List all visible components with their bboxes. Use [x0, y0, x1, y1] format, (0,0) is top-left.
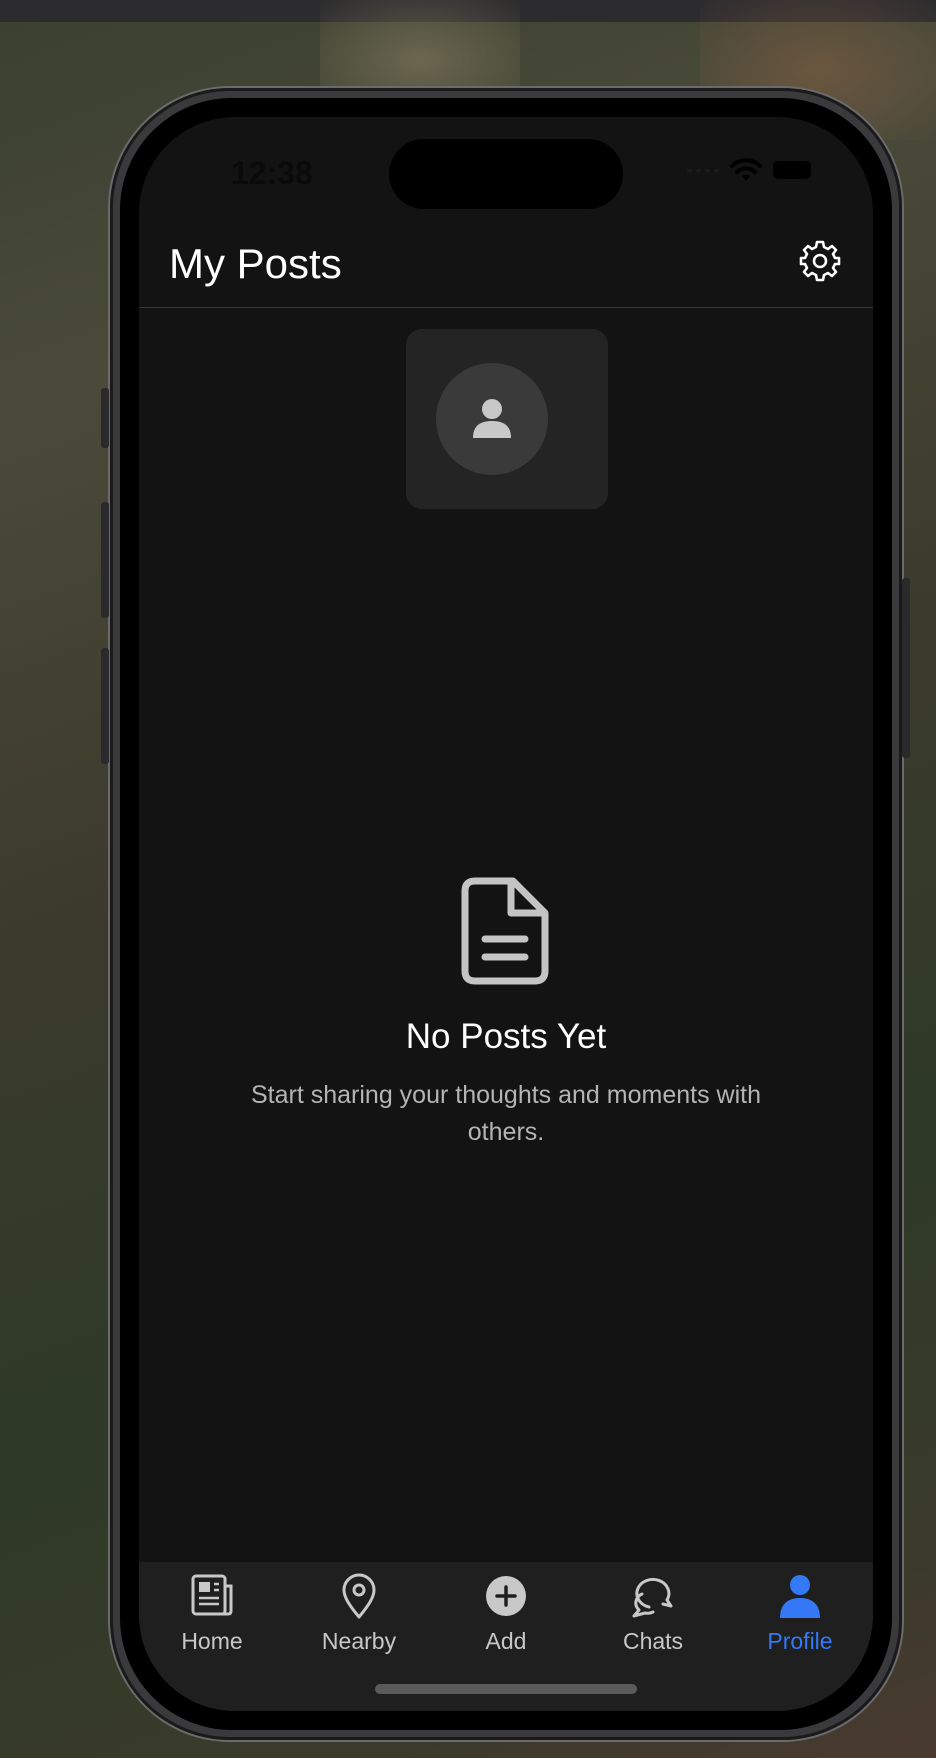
newspaper-icon [191, 1574, 233, 1616]
plus-circle-icon [486, 1576, 526, 1616]
battery-icon [773, 161, 811, 179]
empty-state-title: No Posts Yet [405, 1017, 607, 1056]
document-icon [461, 877, 549, 985]
tab-label: Add [485, 1628, 527, 1654]
status-time: 12:38 [231, 155, 313, 191]
tab-add[interactable]: Add [433, 1562, 579, 1672]
volume-down-button [101, 648, 109, 764]
tab-label: Profile [767, 1628, 833, 1654]
chat-bubbles-icon [632, 1577, 673, 1618]
gear-icon[interactable] [797, 238, 843, 284]
person-icon [473, 399, 511, 438]
empty-state: No Posts Yet Start sharing your thoughts… [139, 877, 873, 1151]
tab-chats[interactable]: Chats [580, 1562, 726, 1672]
tab-label: Home [181, 1628, 243, 1654]
volume-up-button [101, 502, 109, 618]
dynamic-island [389, 139, 623, 209]
tab-nearby[interactable]: Nearby [286, 1562, 432, 1672]
tab-profile[interactable]: Profile [727, 1562, 873, 1672]
tab-label: Nearby [321, 1628, 397, 1654]
page-title: My Posts [169, 240, 342, 287]
status-icons [687, 157, 811, 183]
person-icon [780, 1575, 820, 1618]
wifi-icon [730, 158, 762, 181]
cellular-signal-icon [687, 168, 719, 172]
top-navigation-bar: My Posts [139, 212, 873, 308]
location-pin-icon [342, 1573, 376, 1619]
empty-state-subtitle: Start sharing your thoughts and moments … [251, 1081, 761, 1146]
mute-switch [101, 388, 109, 448]
profile-avatar-card[interactable] [406, 329, 608, 509]
app-screen: 12:38 My Posts No Posts Yet Start sharin… [139, 117, 873, 1711]
power-button [902, 578, 910, 758]
avatar[interactable] [436, 363, 548, 475]
tab-label: Chats [622, 1628, 684, 1654]
tab-home[interactable]: Home [139, 1562, 285, 1672]
home-indicator[interactable] [375, 1684, 637, 1694]
